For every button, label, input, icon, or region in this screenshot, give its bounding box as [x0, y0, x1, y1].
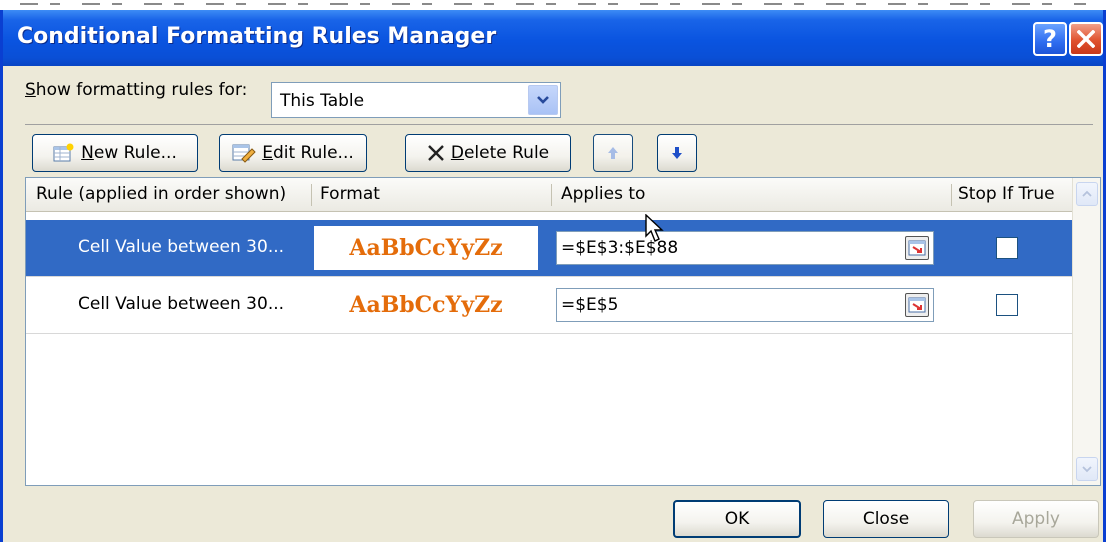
new-rule-accesskey: N	[81, 143, 94, 163]
delete-rule-accesskey: D	[450, 143, 464, 163]
column-header-format[interactable]: Format	[320, 184, 380, 204]
rules-manager-dialog: Conditional Formatting Rules Manager ? S…	[0, 10, 1106, 542]
move-up-button[interactable]	[593, 134, 633, 172]
column-divider[interactable]	[951, 184, 952, 206]
show-rules-for-select[interactable]: This Table	[271, 82, 561, 118]
dropdown-arrow-button[interactable]	[528, 85, 558, 115]
rule-row[interactable]: Cell Value between 30... AaBbCcYyZz =$E$…	[26, 277, 1072, 333]
delete-rule-label: Delete Rule	[451, 143, 549, 163]
range-select-button[interactable]	[905, 293, 929, 317]
rule-row[interactable]: Cell Value between 30... AaBbCcYyZz =$E$…	[26, 220, 1072, 276]
show-rules-for-value: This Table	[280, 91, 365, 111]
vertical-scrollbar[interactable]	[1072, 178, 1100, 485]
chevron-down-icon	[1082, 466, 1092, 473]
stop-if-true-checkbox[interactable]	[996, 237, 1018, 259]
new-rule-button[interactable]: New Rule...	[32, 134, 198, 172]
show-rules-label: Show formatting rules for:	[25, 80, 247, 100]
format-preview: AaBbCcYyZz	[314, 226, 538, 270]
background-worksheet-strip	[0, 0, 1106, 10]
row-divider	[26, 333, 1072, 334]
close-window-button[interactable]	[1069, 22, 1103, 56]
column-divider[interactable]	[311, 184, 312, 206]
column-divider[interactable]	[551, 184, 552, 206]
edit-rule-button[interactable]: Edit Rule...	[219, 134, 367, 172]
stop-if-true-checkbox[interactable]	[996, 294, 1018, 316]
arrow-up-icon	[608, 147, 618, 159]
column-header-stop-if-true[interactable]: Stop If True	[958, 184, 1055, 204]
applies-to-input[interactable]: =$E$5	[556, 288, 934, 322]
apply-button[interactable]: Apply	[973, 500, 1099, 538]
dialog-title: Conditional Formatting Rules Manager	[17, 24, 497, 49]
new-rule-label: New Rule...	[81, 143, 177, 163]
chevron-up-icon	[1082, 190, 1092, 197]
edit-rule-label-text: dit Rule...	[272, 143, 354, 163]
chevron-down-icon	[537, 96, 549, 104]
delete-x-icon	[427, 144, 445, 162]
applies-to-value: =$E$5	[561, 295, 619, 315]
new-rule-icon	[53, 143, 75, 163]
title-bar[interactable]: Conditional Formatting Rules Manager ?	[3, 10, 1103, 66]
format-preview: AaBbCcYyZz	[349, 292, 503, 318]
toolbar-divider	[25, 124, 1093, 125]
scroll-down-button[interactable]	[1076, 457, 1098, 481]
rule-description: Cell Value between 30...	[78, 237, 285, 257]
column-header-rule[interactable]: Rule (applied in order shown)	[36, 184, 286, 204]
help-icon: ?	[1043, 25, 1057, 53]
close-button[interactable]: Close	[823, 500, 949, 538]
delete-rule-label-text: elete Rule	[463, 143, 550, 163]
new-rule-label-text: ew Rule...	[93, 143, 177, 163]
ok-button[interactable]: OK	[673, 500, 801, 538]
rules-list-header: Rule (applied in order shown) Format App…	[26, 178, 1072, 212]
show-rules-label-text: how formatting rules for:	[35, 80, 248, 100]
rule-description: Cell Value between 30...	[78, 294, 285, 314]
show-rules-label-accesskey: S	[25, 80, 36, 100]
range-select-icon	[908, 297, 926, 313]
range-select-button[interactable]	[905, 236, 929, 260]
edit-rule-accesskey: E	[262, 143, 273, 163]
delete-rule-button[interactable]: Delete Rule	[405, 134, 571, 172]
arrow-down-icon	[672, 147, 682, 159]
help-button[interactable]: ?	[1033, 22, 1067, 56]
close-icon	[1077, 30, 1095, 48]
move-down-button[interactable]	[657, 134, 697, 172]
applies-to-input[interactable]: =$E$3:$E$88	[556, 231, 934, 265]
range-select-icon	[908, 240, 926, 256]
mouse-pointer-icon	[645, 213, 667, 249]
rules-list[interactable]: Rule (applied in order shown) Format App…	[25, 177, 1101, 486]
edit-rule-icon	[232, 143, 256, 163]
edit-rule-label: Edit Rule...	[262, 143, 354, 163]
column-header-applies-to[interactable]: Applies to	[561, 184, 645, 204]
scroll-up-button[interactable]	[1076, 182, 1098, 206]
